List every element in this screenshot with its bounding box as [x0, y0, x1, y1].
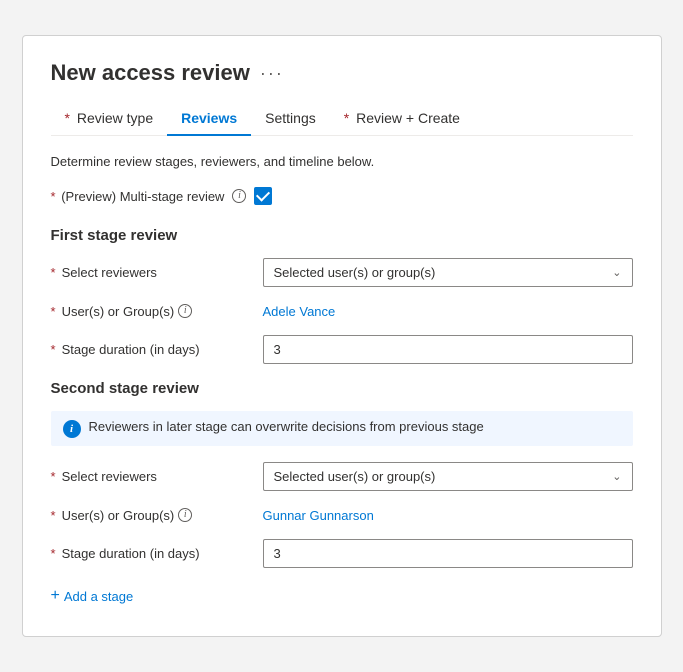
first-stage-user-link[interactable]: Adele Vance — [263, 304, 336, 319]
second-stage-users-groups-label: * User(s) or Group(s) i — [51, 508, 251, 523]
tab-settings[interactable]: Settings — [251, 102, 330, 136]
first-stage-select-reviewers-row: * Select reviewers Selected user(s) or g… — [51, 258, 633, 287]
access-review-card: New access review ··· * Review type Revi… — [22, 35, 662, 637]
first-stage-duration-control — [263, 335, 633, 364]
first-stage-duration-input[interactable] — [263, 335, 633, 364]
tab-reviews[interactable]: Reviews — [167, 102, 251, 136]
header-row: New access review ··· — [51, 60, 633, 86]
tab-review-create[interactable]: * Review + Create — [330, 102, 474, 136]
multi-stage-label: * (Preview) Multi-stage review — [51, 189, 225, 204]
second-stage-reviewers-dropdown[interactable]: Selected user(s) or group(s) ⌄ — [263, 462, 633, 491]
page-title: New access review — [51, 60, 250, 86]
required-star-review-type: * — [65, 110, 70, 126]
multi-stage-row: * (Preview) Multi-stage review i — [51, 187, 633, 205]
plus-icon: + — [51, 588, 60, 604]
tab-review-type[interactable]: * Review type — [51, 102, 168, 136]
more-options-icon[interactable]: ··· — [260, 64, 284, 82]
add-stage-label: Add a stage — [64, 589, 133, 604]
dropdown-chevron-icon: ⌄ — [612, 266, 621, 279]
first-stage-reviewers-dropdown[interactable]: Selected user(s) or group(s) ⌄ — [263, 258, 633, 287]
first-stage-select-reviewers-label: * Select reviewers — [51, 265, 251, 280]
info-circle-icon: i — [63, 420, 81, 438]
second-stage-duration-row: * Stage duration (in days) — [51, 539, 633, 568]
second-stage-users-groups-value: Gunnar Gunnarson — [263, 507, 633, 523]
second-stage-title: Second stage review — [51, 380, 633, 397]
second-stage-select-reviewers-row: * Select reviewers Selected user(s) or g… — [51, 462, 633, 491]
second-stage-users-groups-row: * User(s) or Group(s) i Gunnar Gunnarson — [51, 507, 633, 523]
second-stage-select-reviewers-control: Selected user(s) or group(s) ⌄ — [263, 462, 633, 491]
second-stage-duration-control — [263, 539, 633, 568]
first-stage-select-reviewers-control: Selected user(s) or group(s) ⌄ — [263, 258, 633, 287]
second-stage-duration-input[interactable] — [263, 539, 633, 568]
first-stage-users-groups-row: * User(s) or Group(s) i Adele Vance — [51, 303, 633, 319]
second-stage-user-link[interactable]: Gunnar Gunnarson — [263, 508, 374, 523]
page-description: Determine review stages, reviewers, and … — [51, 154, 633, 169]
info-banner-text: Reviewers in later stage can overwrite d… — [89, 419, 484, 434]
first-stage-users-groups-value: Adele Vance — [263, 303, 633, 319]
users-groups-info-icon-2[interactable]: i — [178, 508, 192, 522]
required-star-review-create: * — [344, 110, 349, 126]
users-groups-info-icon-1[interactable]: i — [178, 304, 192, 318]
second-stage-duration-label: * Stage duration (in days) — [51, 546, 251, 561]
dropdown-chevron-icon-2: ⌄ — [612, 470, 621, 483]
add-stage-button[interactable]: + Add a stage — [51, 584, 134, 608]
first-stage-duration-label: * Stage duration (in days) — [51, 342, 251, 357]
second-stage-select-reviewers-label: * Select reviewers — [51, 469, 251, 484]
nav-tabs: * Review type Reviews Settings * Review … — [51, 102, 633, 136]
second-stage-section: Second stage review i Reviewers in later… — [51, 380, 633, 568]
overwrite-info-banner: i Reviewers in later stage can overwrite… — [51, 411, 633, 446]
first-stage-users-groups-label: * User(s) or Group(s) i — [51, 304, 251, 319]
multi-stage-info-icon[interactable]: i — [232, 189, 246, 203]
first-stage-section: First stage review * Select reviewers Se… — [51, 227, 633, 364]
multi-stage-checkbox[interactable] — [254, 187, 272, 205]
first-stage-title: First stage review — [51, 227, 633, 244]
first-stage-duration-row: * Stage duration (in days) — [51, 335, 633, 364]
